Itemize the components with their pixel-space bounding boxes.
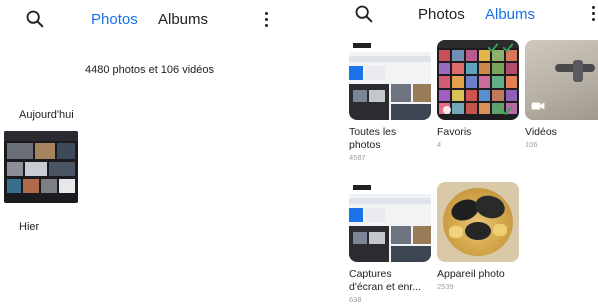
album-title: Vidéos (525, 126, 557, 138)
photos-screen: Photos Albums 4480 photos et 106 vidéos … (0, 0, 299, 304)
thumb-tile (41, 179, 57, 193)
section-yesterday-label: Hier (19, 221, 40, 233)
album-title: Captures d'écran et enr... (349, 268, 431, 294)
check-icon (502, 43, 514, 52)
album-cover[interactable] (349, 182, 431, 262)
album-favorites[interactable]: Favoris 4 (437, 40, 519, 150)
food-piece (449, 226, 463, 238)
tab-photos[interactable]: Photos (91, 11, 138, 29)
food-piece (465, 222, 491, 240)
photo-thumbnail[interactable] (4, 131, 78, 203)
more-options-button[interactable] (261, 10, 271, 30)
thumb-tile (59, 179, 75, 193)
thumb-tile (49, 162, 75, 176)
thumb-tile (25, 162, 47, 176)
album-title: Toutes les photos (349, 126, 431, 152)
top-app-bar: Photos Albums (0, 0, 299, 40)
screenshot-collage (349, 40, 431, 120)
section-today-label: Aujourd'hui (19, 109, 74, 121)
album-count: 638 (349, 295, 362, 304)
album-title: Appareil photo (437, 268, 505, 280)
search-icon (355, 5, 373, 23)
album-title-line: d'écran et enr... (349, 281, 422, 293)
check-icon (501, 106, 513, 115)
album-camera[interactable]: Appareil photo 2539 (437, 182, 519, 292)
album-count: 4 (437, 140, 442, 149)
top-app-bar: Photos Albums (299, 0, 598, 40)
album-title-line: Toutes les (349, 126, 397, 138)
album-videos[interactable]: Vidéos 106 (525, 40, 598, 150)
food-piece (493, 224, 507, 236)
search-icon (26, 10, 44, 28)
album-cover[interactable] (437, 40, 519, 120)
screenshot-collage (349, 182, 431, 262)
album-cover[interactable] (349, 40, 431, 120)
door-handle-base (573, 60, 583, 82)
video-camera-icon (531, 102, 545, 110)
album-title: Favoris (437, 126, 472, 138)
library-summary: 4480 photos et 106 vidéos (84, 64, 215, 76)
heart-icon (443, 106, 451, 114)
search-button[interactable] (24, 8, 46, 30)
thumb-tile (7, 179, 21, 193)
more-options-button[interactable] (588, 4, 598, 24)
album-title-line: Captures (349, 268, 392, 280)
album-count: 106 (525, 140, 538, 149)
tab-albums[interactable]: Albums (158, 11, 208, 29)
search-button[interactable] (353, 3, 375, 25)
album-title-line: photos (349, 139, 381, 151)
thumb-tile (57, 143, 75, 159)
thumb-statusbar (4, 131, 78, 141)
check-icon (487, 43, 499, 52)
thumb-tile (7, 162, 23, 176)
album-count: 4587 (349, 153, 366, 162)
thumb-tile (35, 143, 55, 159)
thumb-tile (23, 179, 39, 193)
album-count: 2539 (437, 282, 454, 291)
tab-photos[interactable]: Photos (418, 6, 465, 24)
thumb-tile (7, 143, 33, 159)
tab-albums[interactable]: Albums (485, 6, 535, 24)
album-cover[interactable] (437, 182, 519, 262)
album-screenshots[interactable]: Captures d'écran et enr... 638 (349, 182, 431, 304)
albums-screen: Photos Albums Toutes les photos 4587 Fav… (299, 0, 598, 304)
album-all-photos[interactable]: Toutes les photos 4587 (349, 40, 431, 163)
album-cover[interactable] (525, 40, 598, 120)
